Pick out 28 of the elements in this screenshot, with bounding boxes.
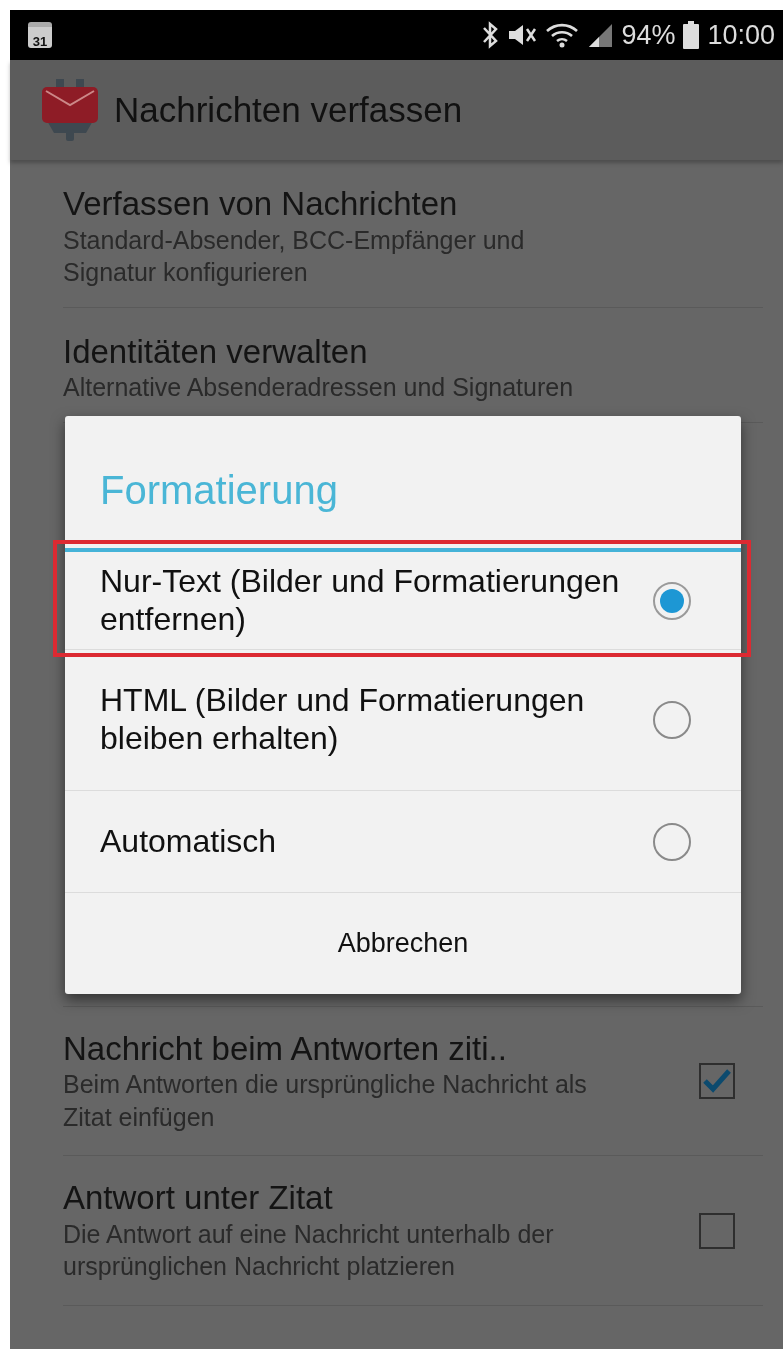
setting-summary: Beim Antworten die ursprüngliche Nachricht als Zitat einfügen <box>63 1069 588 1133</box>
checkbox[interactable] <box>699 1063 735 1099</box>
dialog-title: Formatierung <box>99 467 339 514</box>
clock: 10:00 <box>707 18 775 52</box>
setting-summary: Die Antwort auf eine Nachricht unterhalb der ursprünglichen Nachricht platzieren <box>63 1218 555 1283</box>
setting-title: Verfassen von Nachrichten <box>63 184 459 224</box>
setting-title: Antwort unter Zitat <box>63 1178 334 1218</box>
radio-button[interactable] <box>653 822 691 861</box>
battery-level: 94% <box>621 18 676 52</box>
checkbox[interactable] <box>699 1212 735 1249</box>
radio-option[interactable]: HTML (Bilder und Formatierungen bleiben erhalten) <box>65 649 741 790</box>
signal-icon <box>587 22 614 48</box>
radio-button[interactable] <box>653 581 691 620</box>
setting-summary: Alternative Absenderadressen und Signaturen <box>63 372 575 404</box>
radio-option[interactable]: Automatisch <box>65 790 741 892</box>
cancel-button[interactable]: Abbrechen <box>65 892 741 994</box>
screen-title: Nachrichten verfassen <box>114 88 463 131</box>
bluetooth-icon <box>481 21 500 49</box>
setting-summary: Standard-Absender, BCC-Empfänger und Signatur konfigurieren <box>63 224 526 289</box>
battery-icon <box>683 21 700 49</box>
setting-title: Nachricht beim Antworten ziti.. <box>63 1028 508 1069</box>
app-logo-icon <box>40 79 100 141</box>
radio-option[interactable]: Nur-Text (Bilder und Formatierungen entfernen) <box>65 548 741 649</box>
mute-icon <box>507 22 538 48</box>
setting-title: Identitäten verwalten <box>63 331 369 372</box>
radio-button[interactable] <box>653 701 691 739</box>
calendar-icon: 31 <box>28 22 52 48</box>
wifi-icon <box>545 22 580 48</box>
